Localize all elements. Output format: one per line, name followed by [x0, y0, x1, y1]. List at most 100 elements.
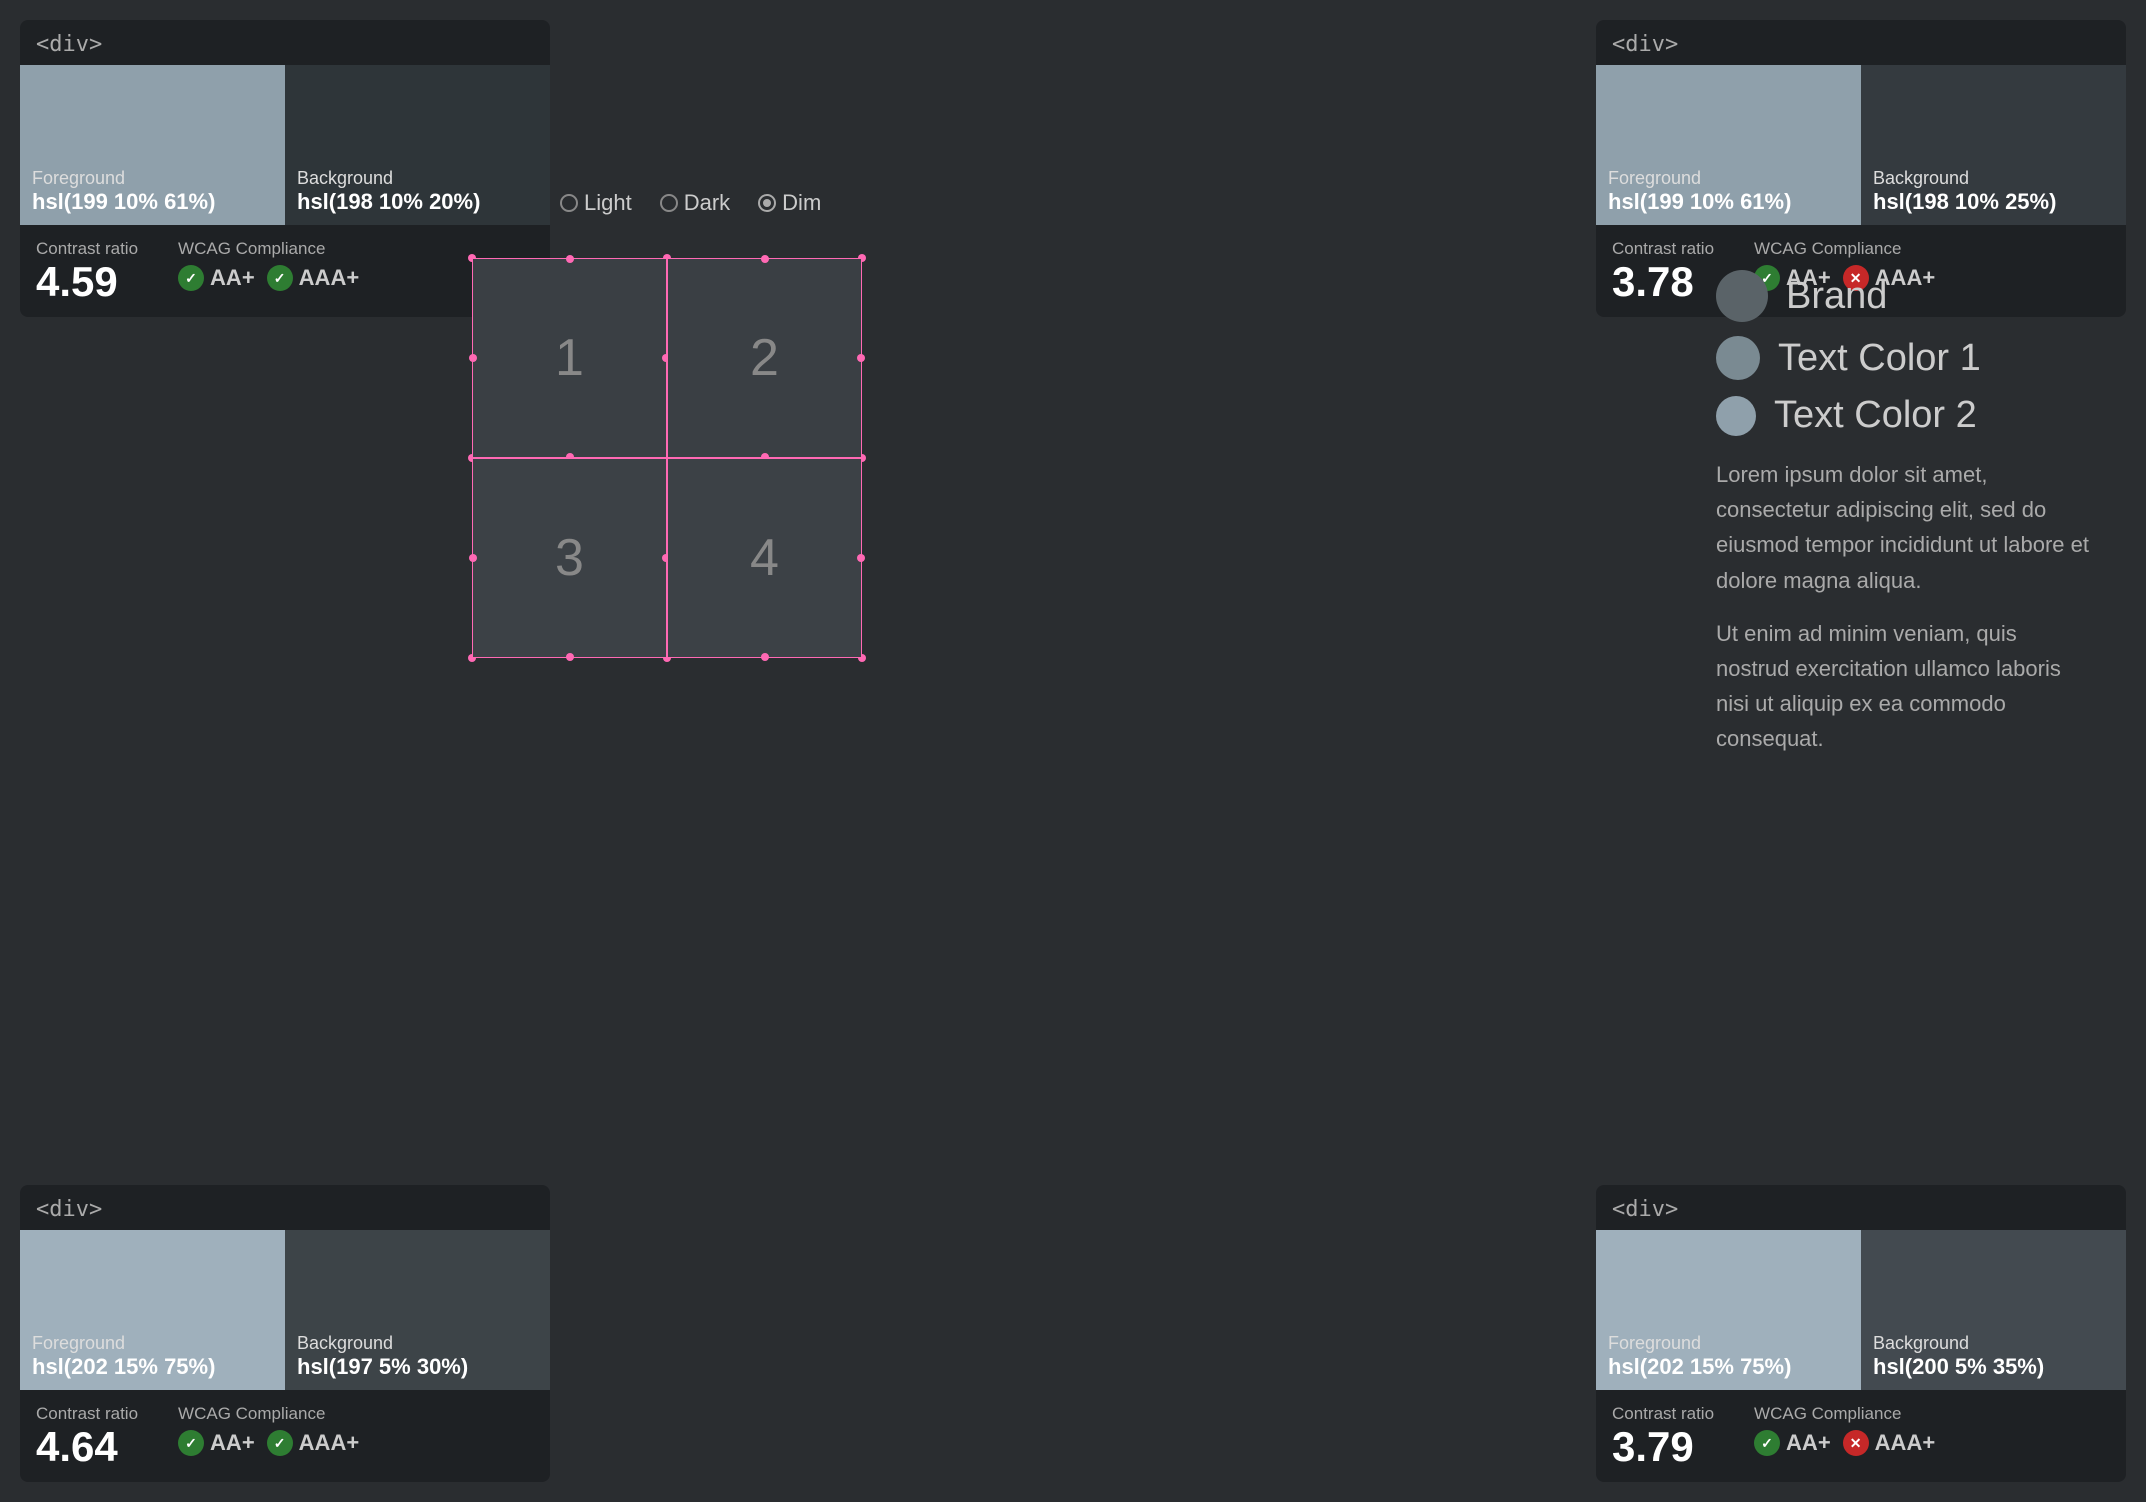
- bottom-right-panel: <div> Foreground hsl(202 15% 75%) Backgr…: [1596, 1185, 2126, 1482]
- aaa-badge-bl: ✓ AAA+: [267, 1430, 360, 1456]
- wcag-badges-tl: ✓ AA+ ✓ AAA+: [178, 265, 359, 291]
- text1-circle: [1716, 336, 1760, 380]
- panel-tag-tr: <div>: [1596, 20, 2126, 65]
- fg-value-br: hsl(202 15% 75%): [1608, 1354, 1849, 1380]
- wcag-badges-bl: ✓ AA+ ✓ AAA+: [178, 1430, 359, 1456]
- legend-item-text1: Text Color 1: [1716, 336, 2096, 380]
- contrast-label-tl: Contrast ratio: [36, 239, 138, 259]
- theme-dim[interactable]: Dim: [758, 190, 821, 216]
- text2-circle: [1716, 396, 1756, 436]
- aaa-icon-tl: ✓: [267, 265, 293, 291]
- grid-cell-3: 3: [472, 458, 667, 658]
- fg-color-box-br: Foreground hsl(202 15% 75%): [1596, 1230, 1861, 1390]
- fg-value-bl: hsl(202 15% 75%): [32, 1354, 273, 1380]
- aaa-icon-bl: ✓: [267, 1430, 293, 1456]
- bg-label-tl: Background: [297, 168, 538, 189]
- radio-dim-inner: [763, 199, 771, 207]
- text2-label: Text Color 2: [1774, 394, 1977, 437]
- contrast-label-tr: Contrast ratio: [1612, 239, 1714, 259]
- grid-cell-1: 1: [472, 258, 667, 458]
- grid-cell-1-label: 1: [555, 328, 584, 388]
- text1-label: Text Color 1: [1778, 337, 1981, 380]
- fg-label-br: Foreground: [1608, 1333, 1849, 1354]
- aa-badge-br: ✓ AA+: [1754, 1430, 1831, 1456]
- bg-color-box-tl: Background hsl(198 10% 20%): [285, 65, 550, 225]
- grid-cell-3-label: 3: [555, 528, 584, 588]
- grid-cell-2: 2: [667, 258, 862, 458]
- bg-color-box-tr: Background hsl(198 10% 25%): [1861, 65, 2126, 225]
- contrast-label-bl: Contrast ratio: [36, 1404, 138, 1424]
- top-left-panel: <div> Foreground hsl(199 10% 61%) Backgr…: [20, 20, 550, 317]
- panel-tag-tl: <div>: [20, 20, 550, 65]
- grid-cell-4: 4: [667, 458, 862, 658]
- lorem-para-2: Ut enim ad minim veniam, quis nostrud ex…: [1716, 616, 2096, 757]
- wcag-label-tr: WCAG Compliance: [1754, 239, 1935, 259]
- fg-label-bl: Foreground: [32, 1333, 273, 1354]
- aa-badge-bl: ✓ AA+: [178, 1430, 255, 1456]
- panel-stats-br: Contrast ratio 3.79 WCAG Compliance ✓ AA…: [1596, 1390, 2126, 1482]
- grid-container: 1 2 3 4: [472, 258, 862, 658]
- info-panel: Brand Text Color 1 Text Color 2 Lorem ip…: [1716, 270, 2096, 775]
- bg-label-tr: Background: [1873, 168, 2114, 189]
- aa-icon-tl: ✓: [178, 265, 204, 291]
- fg-color-box-bl: Foreground hsl(202 15% 75%): [20, 1230, 285, 1390]
- grid-cell-2-label: 2: [750, 328, 779, 388]
- handle-cell1-l: [469, 354, 477, 362]
- aa-icon-br: ✓: [1754, 1430, 1780, 1456]
- fg-value-tr: hsl(199 10% 61%): [1608, 189, 1849, 215]
- panel-stats-bl: Contrast ratio 4.64 WCAG Compliance ✓ AA…: [20, 1390, 550, 1482]
- legend-item-brand: Brand: [1716, 270, 2096, 322]
- bg-color-box-br: Background hsl(200 5% 35%): [1861, 1230, 2126, 1390]
- wcag-badges-br: ✓ AA+ ✕ AAA+: [1754, 1430, 1935, 1456]
- theme-dim-label: Dim: [782, 190, 821, 216]
- bg-value-tr: hsl(198 10% 25%): [1873, 189, 2114, 215]
- fg-color-box-tl: Foreground hsl(199 10% 61%): [20, 65, 285, 225]
- wcag-label-br: WCAG Compliance: [1754, 1404, 1935, 1424]
- bg-label-bl: Background: [297, 1333, 538, 1354]
- aa-icon-bl: ✓: [178, 1430, 204, 1456]
- bg-value-tl: hsl(198 10% 20%): [297, 189, 538, 215]
- handle-cell2-r: [857, 354, 865, 362]
- handle-cell1-t: [566, 255, 574, 263]
- legend-item-text2: Text Color 2: [1716, 394, 2096, 437]
- radio-dark: [660, 194, 678, 212]
- theme-dark[interactable]: Dark: [660, 190, 730, 216]
- contrast-value-bl: 4.64: [36, 1426, 138, 1468]
- wcag-label-bl: WCAG Compliance: [178, 1404, 359, 1424]
- handle-cell3-b: [566, 653, 574, 661]
- handle-cell4-b: [761, 653, 769, 661]
- aa-badge-tl: ✓ AA+: [178, 265, 255, 291]
- bg-value-bl: hsl(197 5% 30%): [297, 1354, 538, 1380]
- lorem-text: Lorem ipsum dolor sit amet, consectetur …: [1716, 457, 2096, 757]
- theme-light[interactable]: Light: [560, 190, 632, 216]
- contrast-value-br: 3.79: [1612, 1426, 1714, 1468]
- contrast-label-br: Contrast ratio: [1612, 1404, 1714, 1424]
- fg-value-tl: hsl(199 10% 61%): [32, 189, 273, 215]
- panel-tag-bl: <div>: [20, 1185, 550, 1230]
- wcag-label-tl: WCAG Compliance: [178, 239, 359, 259]
- bottom-left-panel: <div> Foreground hsl(202 15% 75%) Backgr…: [20, 1185, 550, 1482]
- fg-color-box-tr: Foreground hsl(199 10% 61%): [1596, 65, 1861, 225]
- grid-inner: 1 2 3 4: [472, 258, 862, 658]
- contrast-value-tl: 4.59: [36, 261, 138, 303]
- brand-circle: [1716, 270, 1768, 322]
- theme-selector: Light Dark Dim: [560, 190, 821, 216]
- handle-cell3-l: [469, 554, 477, 562]
- theme-dark-label: Dark: [684, 190, 730, 216]
- aaa-icon-br: ✕: [1843, 1430, 1869, 1456]
- grid-cell-4-label: 4: [750, 528, 779, 588]
- theme-light-label: Light: [584, 190, 632, 216]
- wcag-section-br: WCAG Compliance ✓ AA+ ✕ AAA+: [1754, 1404, 1935, 1456]
- wcag-section-tl: WCAG Compliance ✓ AA+ ✓ AAA+: [178, 239, 359, 291]
- radio-light: [560, 194, 578, 212]
- bg-label-br: Background: [1873, 1333, 2114, 1354]
- radio-dim: [758, 194, 776, 212]
- panel-tag-br: <div>: [1596, 1185, 2126, 1230]
- fg-label-tr: Foreground: [1608, 168, 1849, 189]
- aaa-badge-tl: ✓ AAA+: [267, 265, 360, 291]
- fg-label-tl: Foreground: [32, 168, 273, 189]
- bg-color-box-bl: Background hsl(197 5% 30%): [285, 1230, 550, 1390]
- aaa-badge-br: ✕ AAA+: [1843, 1430, 1936, 1456]
- handle-cell4-r: [857, 554, 865, 562]
- lorem-para-1: Lorem ipsum dolor sit amet, consectetur …: [1716, 457, 2096, 598]
